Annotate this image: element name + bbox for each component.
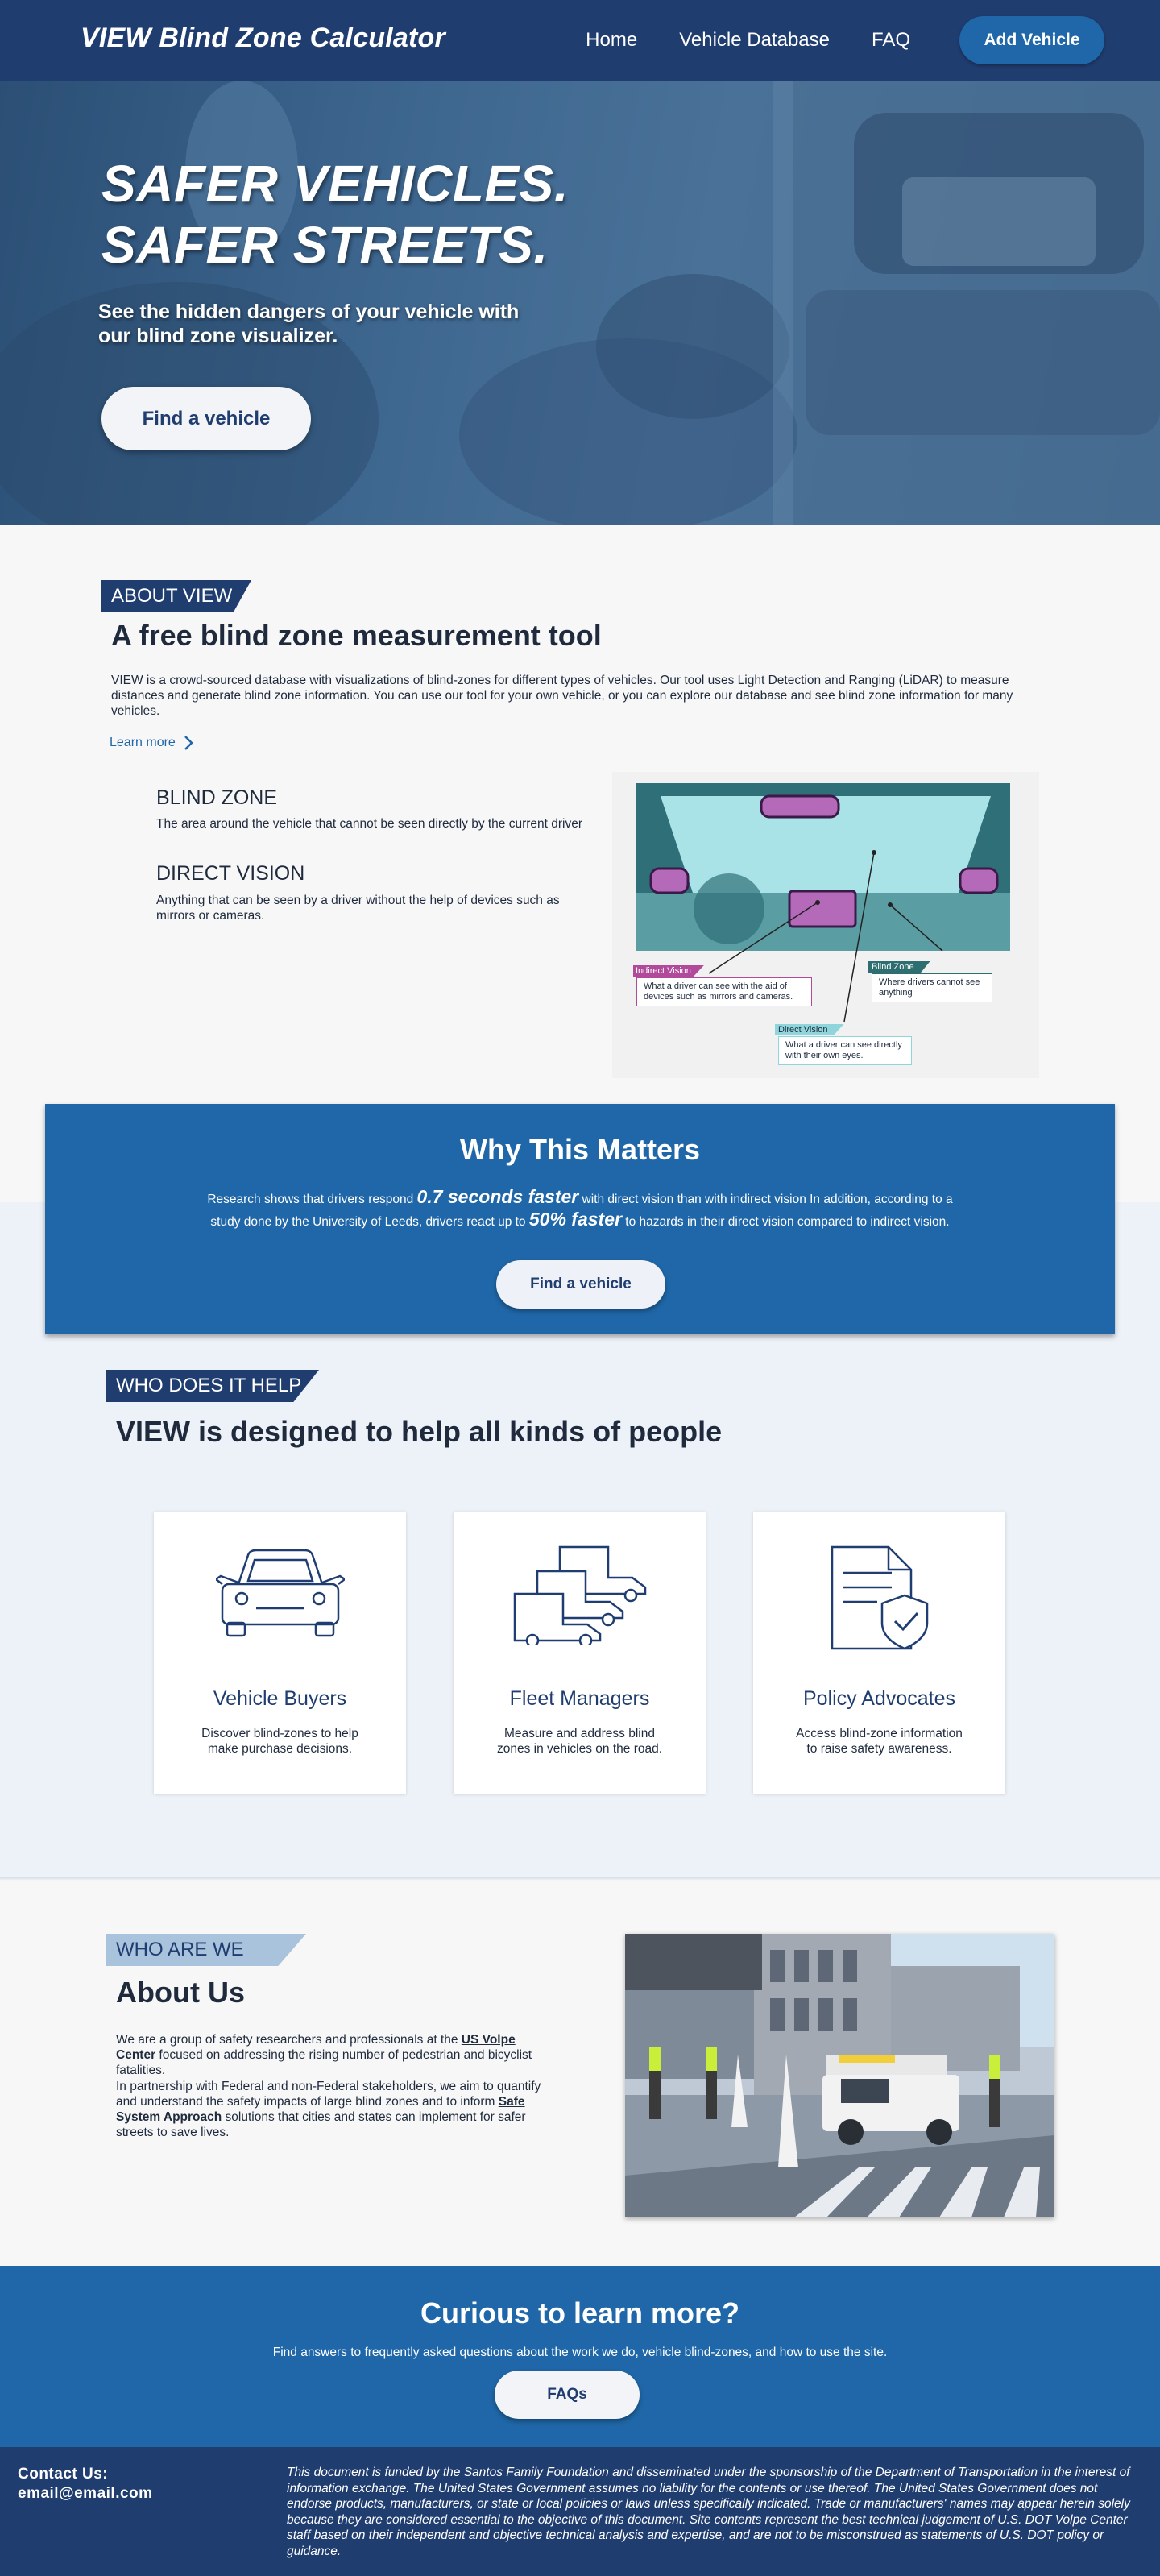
street-scene-image	[625, 1934, 1054, 2217]
curious-text: Find answers to frequently asked questio…	[272, 2346, 888, 2359]
direct-vision-label: Direct Vision	[775, 1024, 844, 1035]
curious-title: Curious to learn more?	[420, 2296, 740, 2329]
about-us-paragraph2: In partnership with Federal and non-Fede…	[116, 2079, 551, 2140]
blind-zone-callout-text: Where drivers cannot see anything	[872, 973, 992, 1002]
card-fleet-managers[interactable]: Fleet Managers Measure and address blind…	[454, 1512, 706, 1794]
brand-title[interactable]: VIEW Blind Zone Calculator	[81, 23, 445, 54]
who-are-we-tag: WHO ARE WE	[106, 1934, 306, 1966]
why-stat-percent: 50% faster	[528, 1209, 622, 1230]
blind-zone-text: The area around the vehicle that cannot …	[156, 817, 583, 831]
contact-label: Contact Us:	[18, 2466, 109, 2483]
footer-contact: Contact Us: email@email.com	[18, 2465, 153, 2503]
about-view-tag: ABOUT VIEW	[102, 580, 251, 612]
document-shield-icon	[831, 1545, 928, 1650]
blind-zone-heading: BLIND ZONE	[156, 786, 278, 809]
blind-zone-label: Blind Zone	[868, 961, 930, 973]
why-text-2c: to hazards in their direct vision compar…	[621, 1215, 950, 1229]
who-helps-tag-label: WHO DOES IT HELP	[116, 1375, 302, 1396]
hero-title: SAFER VEHICLES. SAFER STREETS.	[102, 153, 569, 276]
card-vehicle-buyers[interactable]: Vehicle Buyers Discover blind-zones to h…	[154, 1512, 406, 1794]
who-helps-title: VIEW is designed to help all kinds of pe…	[116, 1415, 723, 1448]
chevron-right-icon	[184, 736, 193, 750]
footer: Contact Us: email@email.com This documen…	[0, 2447, 1160, 2576]
faq-callout-section: Curious to learn more? Find answers to f…	[0, 2266, 1160, 2447]
contact-email[interactable]: email@email.com	[18, 2484, 153, 2503]
section-divider	[0, 1877, 1160, 1881]
why-text-line2: study done by the University of Leeds, d…	[45, 1209, 1115, 1230]
indirect-vision-label: Indirect Vision	[633, 965, 704, 977]
nav-links: Home Vehicle Database FAQ	[586, 29, 910, 52]
footer-disclaimer: This document is funded by the Santos Fa…	[287, 2466, 1130, 2558]
why-text-1a: Research shows that drivers respond	[207, 1193, 417, 1206]
blind-zone-callout: Blind Zone Where drivers cannot see anyt…	[868, 959, 992, 1002]
who-helps-tag: WHO DOES IT HELP	[106, 1370, 319, 1402]
about-view-tag-label: ABOUT VIEW	[111, 585, 233, 607]
hero-find-vehicle-button[interactable]: Find a vehicle	[102, 387, 311, 450]
about-us-p2-text-a: In partnership with Federal and non-Fede…	[116, 2080, 541, 2109]
team-photo	[625, 1934, 1054, 2217]
about-view-text: VIEW is a crowd-sourced database with vi…	[111, 674, 1013, 718]
hero-subtitle: See the hidden dangers of your vehicle w…	[98, 301, 520, 347]
vision-diagram: Indirect Vision What a driver can see wi…	[612, 772, 1039, 1078]
why-this-matters-panel: Why This Matters Research shows that dri…	[45, 1104, 1115, 1334]
direct-vision-heading: DIRECT VISION	[156, 862, 305, 885]
why-text-2a: study done by the University of Leeds, d…	[210, 1215, 529, 1229]
about-us-p1-text-a: We are a group of safety researchers and…	[116, 2033, 462, 2047]
card-fleet-managers-text: Measure and address blind zones in vehic…	[496, 1727, 663, 1756]
direct-vision-callout-text: What a driver can see directly with thei…	[778, 1036, 912, 1065]
card-fleet-managers-title: Fleet Managers	[509, 1687, 650, 1710]
card-vehicle-buyers-title: Vehicle Buyers	[213, 1687, 347, 1710]
who-are-we-tag-label: WHO ARE WE	[116, 1939, 244, 1960]
faqs-button[interactable]: FAQs	[495, 2371, 640, 2419]
learn-more-link[interactable]: Learn more	[110, 735, 193, 751]
direct-vision-text: Anything that can be seen by a driver wi…	[156, 894, 560, 923]
card-policy-advocates-text: Access blind-zone information to raise s…	[796, 1727, 963, 1756]
why-text-1c: with direct vision than with indirect vi…	[578, 1193, 953, 1206]
learn-more-label: Learn more	[110, 736, 176, 749]
about-us-title: About Us	[116, 1976, 245, 2009]
indirect-vision-callout: Indirect Vision What a driver can see wi…	[633, 963, 812, 1006]
about-us-paragraph1: We are a group of safety researchers and…	[116, 2032, 551, 2078]
card-policy-advocates[interactable]: Policy Advocates Access blind-zone infor…	[753, 1512, 1005, 1794]
about-us-p1-text-b: focused on addressing the rising number …	[116, 2048, 532, 2077]
nav-link-faq[interactable]: FAQ	[872, 29, 910, 52]
indirect-vision-text: What a driver can see with the aid of de…	[636, 977, 812, 1006]
top-navbar: VIEW Blind Zone Calculator Home Vehicle …	[0, 0, 1160, 81]
hero-title-line2: SAFER STREETS.	[102, 216, 549, 274]
car-icon	[215, 1549, 345, 1637]
add-vehicle-button[interactable]: Add Vehicle	[959, 16, 1104, 64]
trucks-icon	[513, 1545, 646, 1645]
hero-banner: SAFER VEHICLES. SAFER STREETS. See the h…	[0, 81, 1160, 525]
about-view-title: A free blind zone measurement tool	[111, 619, 602, 652]
why-title: Why This Matters	[459, 1133, 701, 1166]
card-vehicle-buyers-text: Discover blind-zones to help make purcha…	[201, 1727, 358, 1756]
why-stat-seconds: 0.7 seconds faster	[416, 1186, 579, 1207]
why-text-line1: Research shows that drivers respond 0.7 …	[45, 1186, 1115, 1208]
nav-link-vehicle-database[interactable]: Vehicle Database	[679, 29, 830, 52]
nav-link-home[interactable]: Home	[586, 29, 637, 52]
card-policy-advocates-title: Policy Advocates	[803, 1687, 955, 1710]
why-find-vehicle-button[interactable]: Find a vehicle	[496, 1260, 665, 1309]
direct-vision-callout: Direct Vision What a driver can see dire…	[775, 1022, 912, 1065]
hero-title-line1: SAFER VEHICLES.	[102, 155, 570, 213]
